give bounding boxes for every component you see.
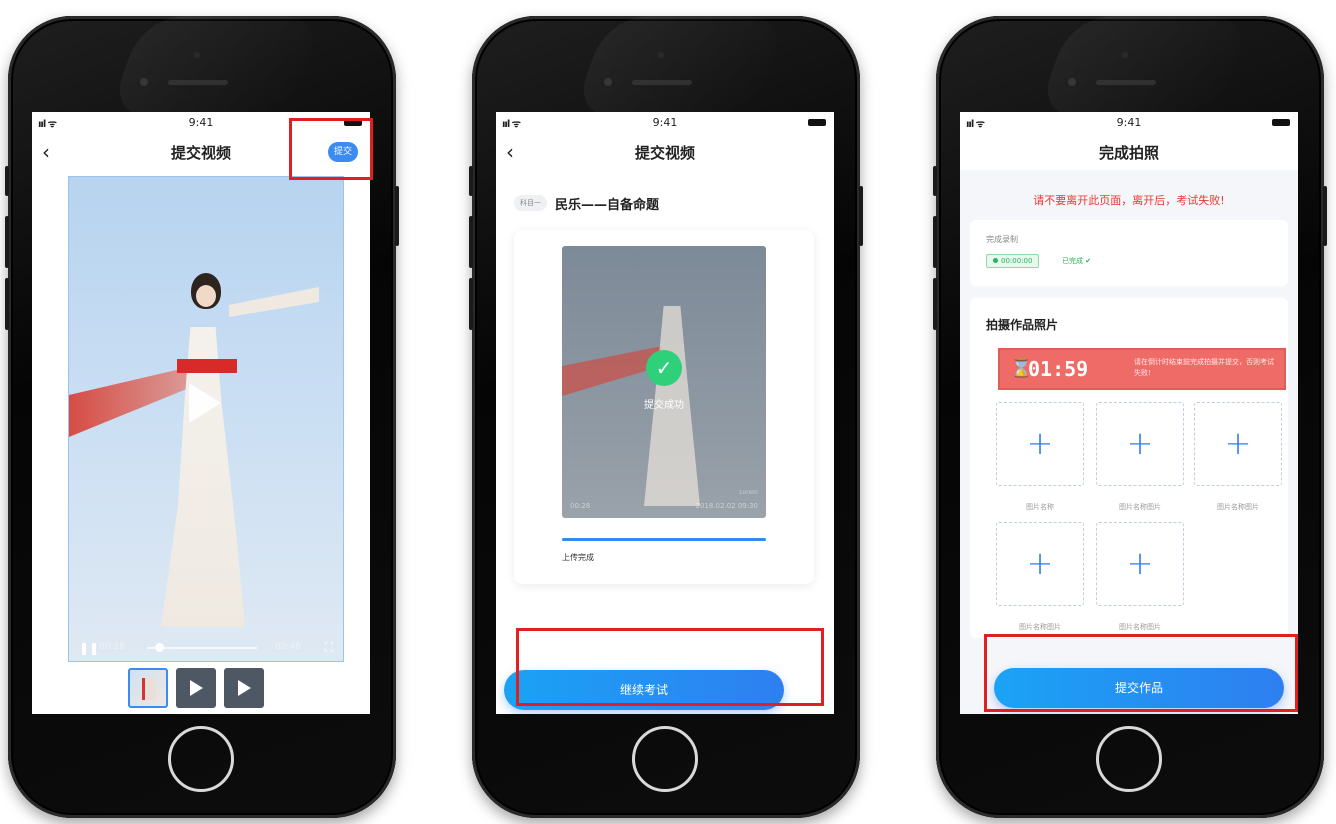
recording-timer: 00:00:00 <box>986 254 1040 268</box>
photo-upload-tile[interactable]: + <box>1096 402 1184 486</box>
power-button <box>395 186 399 246</box>
front-camera <box>604 78 612 86</box>
total-time: 02:48 <box>275 642 301 652</box>
dancer-sash <box>177 359 237 373</box>
nav-bar: ‹ 提交视频 <box>496 134 834 170</box>
photo-caption: 图片名称图片 <box>1119 503 1161 511</box>
play-icon[interactable] <box>189 383 221 423</box>
power-button <box>859 186 863 246</box>
success-text: 提交成功 <box>644 400 684 411</box>
thumbnail-image <box>142 678 156 700</box>
dancer-ribbon <box>69 367 189 437</box>
battery-icon <box>808 119 826 126</box>
record-dot-icon <box>993 258 998 263</box>
recording-label: 完成录制 <box>986 235 1018 244</box>
earpiece-speaker <box>632 80 692 85</box>
video-thumbnail-strip <box>128 668 264 708</box>
current-time: 00:28 <box>99 642 125 652</box>
volume-up-button <box>933 216 937 268</box>
status-time: 9:41 <box>1116 116 1142 129</box>
earpiece-speaker <box>1096 80 1156 85</box>
volume-down-button <box>933 278 937 330</box>
subject-tag: 科目一 <box>514 195 547 211</box>
status-time: 9:41 <box>652 116 678 129</box>
highlight-frame-submit <box>289 118 373 180</box>
countdown-banner: ⌛ 01:59 请在倒计时结束前完成拍摄并提交，否则考试失败! <box>998 348 1286 390</box>
plus-icon: + <box>1224 424 1252 462</box>
play-icon <box>190 680 203 696</box>
video-controls: ❚❚ 00:28 02:48 ⛶ <box>69 635 343 661</box>
video-thumbnail[interactable] <box>176 668 216 708</box>
mute-switch <box>469 166 473 196</box>
upload-status: 上传完成 <box>562 553 594 562</box>
video-thumbnail[interactable] <box>128 668 168 708</box>
front-camera <box>140 78 148 86</box>
upload-progress-fill <box>562 538 766 541</box>
page-title: 提交视频 <box>634 144 695 162</box>
screen-submit-video: ııl ᯤ 9:41 ‹ 提交视频 提交 ❚❚ 00:28 02:48 ⛶ <box>32 112 370 714</box>
subject-name: 民乐——自备命题 <box>555 197 660 213</box>
screen-upload-success: ııl ᯤ 9:41 ‹ 提交视频 科目一 民乐——自备命题 ✓ 提交成功 Lo… <box>496 112 834 714</box>
video-player[interactable]: ❚❚ 00:28 02:48 ⛶ <box>68 176 344 662</box>
countdown-note: 请在倒计时结束前完成拍摄并提交，否则考试失败! <box>1134 358 1274 377</box>
plus-icon: + <box>1126 544 1154 582</box>
proximity-sensor <box>1122 52 1128 58</box>
subject-header: 科目一 民乐——自备命题 <box>514 192 659 214</box>
dancer-face <box>196 285 216 307</box>
video-thumbnail[interactable] <box>224 668 264 708</box>
check-icon: ✓ <box>646 350 682 386</box>
highlight-frame-continue <box>516 628 824 706</box>
battery-icon <box>1272 119 1290 126</box>
photo-upload-tile[interactable]: + <box>996 522 1084 606</box>
proximity-sensor <box>658 52 664 58</box>
photo-upload-tile[interactable]: + <box>996 402 1084 486</box>
plus-icon: + <box>1026 424 1054 462</box>
preview-timestamp: 2018.02.02 09:30 <box>695 502 758 510</box>
screen-take-photos: ııl ᯤ 9:41 完成拍照 请不要离开此页面，离开后，考试失败! 完成录制 … <box>960 112 1298 714</box>
page-title: 完成拍照 <box>1098 144 1159 162</box>
front-camera <box>1068 78 1076 86</box>
photo-caption: 图片名称图片 <box>1019 623 1061 631</box>
proximity-sensor <box>194 52 200 58</box>
photo-caption: 图片名称 <box>1026 503 1054 511</box>
fullscreen-icon[interactable]: ⛶ <box>325 640 333 655</box>
warning-banner: 请不要离开此页面，离开后，考试失败! <box>1033 194 1225 207</box>
preview-duration: 00:28 <box>570 502 591 510</box>
photo-upload-tile[interactable]: + <box>1194 402 1282 486</box>
mute-switch <box>5 166 9 196</box>
seek-knob[interactable] <box>155 643 164 652</box>
countdown-timer: 01:59 <box>1028 357 1089 381</box>
recording-done-badge: 已完成 ✔ <box>1062 257 1092 265</box>
nav-bar: 完成拍照 <box>960 134 1298 170</box>
photos-heading: 拍摄作品照片 <box>986 318 1059 332</box>
status-bar: ııl ᯤ 9:41 <box>960 112 1298 134</box>
volume-up-button <box>469 216 473 268</box>
photo-upload-tile[interactable]: + <box>1096 522 1184 606</box>
volume-up-button <box>5 216 9 268</box>
photo-caption: 图片名称图片 <box>1119 623 1161 631</box>
volume-down-button <box>469 278 473 330</box>
dancer-sleeve <box>229 287 319 317</box>
upload-progress-bar <box>562 538 766 541</box>
home-button[interactable] <box>168 726 234 792</box>
recording-status-card: 完成录制 00:00:00 已完成 ✔ <box>970 220 1288 286</box>
earpiece-speaker <box>168 80 228 85</box>
video-preview: ✓ 提交成功 Lorem 00:28 2018.02.02 09:30 <box>562 246 766 518</box>
mute-switch <box>933 166 937 196</box>
highlight-frame-submit-work <box>984 634 1298 712</box>
upload-card: ✓ 提交成功 Lorem 00:28 2018.02.02 09:30 上传完成 <box>514 230 814 584</box>
plus-icon: + <box>1026 544 1054 582</box>
pause-icon[interactable]: ❚❚ <box>79 641 99 655</box>
preview-watermark: Lorem <box>739 489 758 496</box>
photo-caption: 图片名称图片 <box>1217 503 1259 511</box>
play-icon <box>238 680 251 696</box>
status-bar: ııl ᯤ 9:41 <box>496 112 834 134</box>
home-button[interactable] <box>1096 726 1162 792</box>
plus-icon: + <box>1126 424 1154 462</box>
home-button[interactable] <box>632 726 698 792</box>
volume-down-button <box>5 278 9 330</box>
power-button <box>1323 186 1327 246</box>
